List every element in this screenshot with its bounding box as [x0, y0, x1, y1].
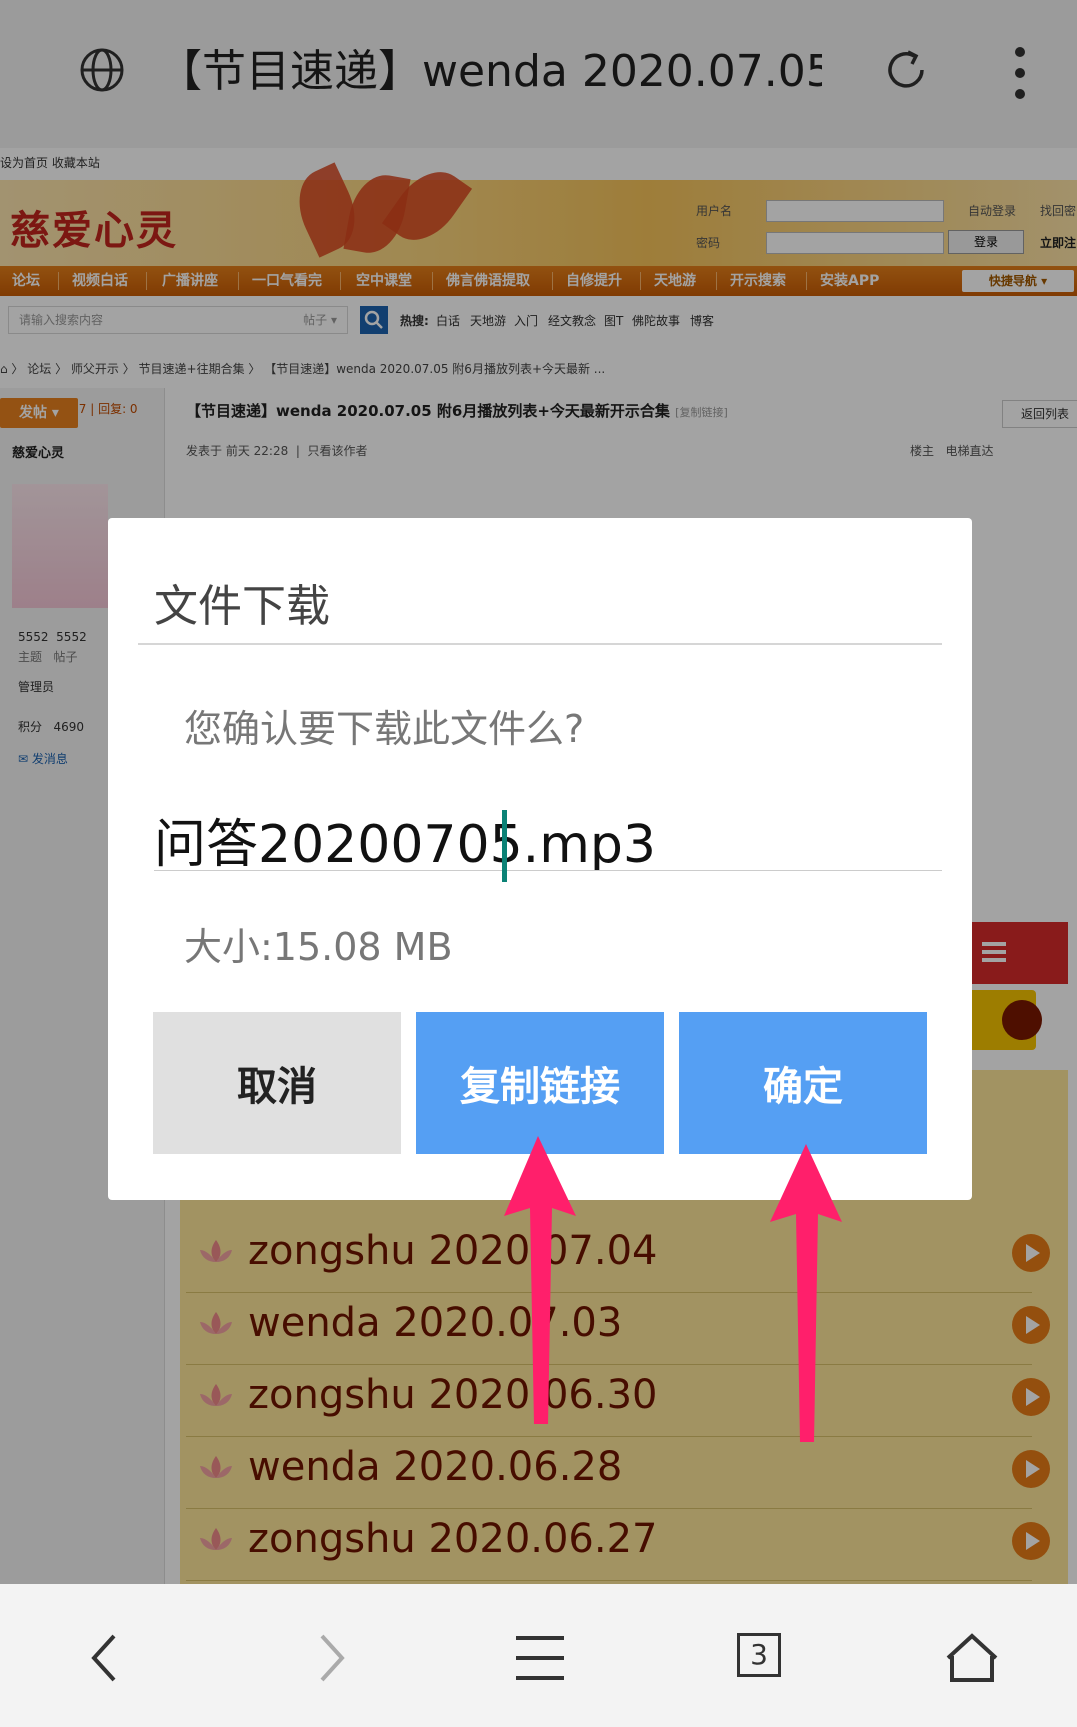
arrow-up-annotation-icon [770, 1144, 842, 1442]
forward-icon[interactable] [300, 1628, 360, 1688]
home-icon[interactable] [942, 1628, 1002, 1688]
filename-input[interactable] [154, 808, 942, 871]
cancel-button[interactable]: 取消 [153, 1012, 401, 1154]
menu-icon[interactable] [510, 1628, 570, 1688]
file-size: 大小:15.08 MB [184, 925, 453, 969]
confirm-button[interactable]: 确定 [679, 1012, 927, 1154]
back-icon[interactable] [76, 1628, 136, 1688]
tabs-button[interactable]: 3 [732, 1628, 792, 1688]
download-dialog: 文件下载 您确认要下载此文件么? 大小:15.08 MB 取消 复制链接 确定 [108, 518, 972, 1200]
arrow-up-annotation-icon [504, 1136, 576, 1424]
dialog-title: 文件下载 [154, 581, 330, 632]
browser-bottom-bar: 3 [0, 1584, 1077, 1727]
dialog-message: 您确认要下载此文件么? [184, 707, 585, 751]
tabs-count: 3 [737, 1633, 781, 1677]
text-caret [502, 810, 507, 882]
dialog-divider [138, 643, 942, 645]
